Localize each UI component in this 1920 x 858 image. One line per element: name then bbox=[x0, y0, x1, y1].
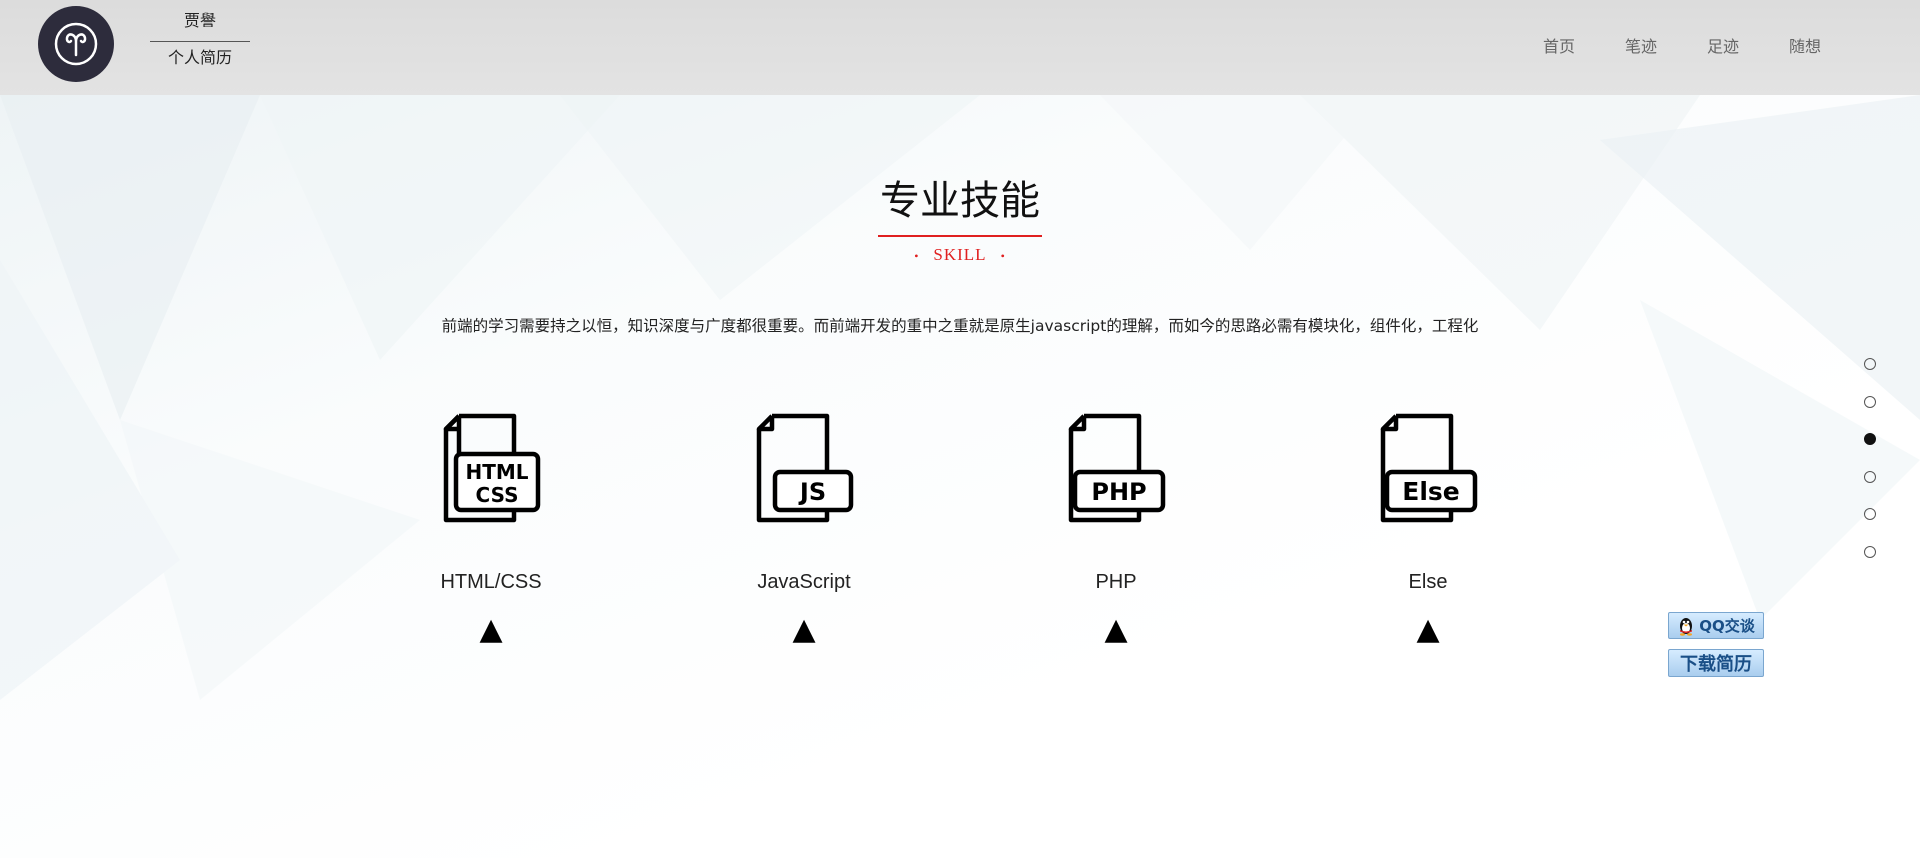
pager-dot[interactable] bbox=[1864, 545, 1876, 558]
svg-text:Else: Else bbox=[1402, 477, 1459, 506]
aries-logo-icon bbox=[54, 22, 98, 66]
section-pager bbox=[1864, 358, 1878, 583]
section-description: 前端的学习需要持之以恒，知识深度与广度都很重要。而前端开发的重中之重就是原生ja… bbox=[441, 317, 1479, 335]
html-css-file-icon: HTML CSS bbox=[443, 413, 541, 523]
skill-label: Else bbox=[1408, 571, 1448, 593]
pager-dot[interactable] bbox=[1864, 470, 1876, 483]
background-pattern bbox=[0, 95, 1920, 700]
section-subtitle: • SKILL • bbox=[0, 245, 1920, 265]
svg-text:CSS: CSS bbox=[476, 483, 519, 507]
nav-thoughts[interactable]: 随想 bbox=[1789, 36, 1821, 58]
qq-chat-label: QQ交谈 bbox=[1699, 617, 1755, 635]
bullet-icon: • bbox=[914, 249, 920, 263]
php-file-icon: PHP bbox=[1068, 413, 1166, 523]
main-nav: 首页 笔迹 足迹 随想 bbox=[1493, 36, 1821, 58]
download-resume-button[interactable]: 下载简历 bbox=[1668, 649, 1764, 677]
pager-dot[interactable] bbox=[1864, 395, 1876, 408]
brand-name: 贾譽 bbox=[150, 10, 250, 42]
js-file-icon: JS bbox=[756, 413, 854, 523]
pager-dot-active[interactable] bbox=[1864, 433, 1876, 445]
section-title-block: 专业技能 • SKILL • bbox=[0, 175, 1920, 265]
nav-home[interactable]: 首页 bbox=[1543, 36, 1575, 58]
svg-text:JS: JS bbox=[798, 478, 826, 506]
skill-label: HTML/CSS bbox=[440, 571, 542, 593]
section-subtitle-text: SKILL bbox=[933, 245, 987, 264]
page: 贾譽 个人简历 首页 笔迹 足迹 随想 专业技能 • SKILL • 前端的学习需要… bbox=[0, 0, 1920, 858]
skill-card-javascript: JS JavaScript ▲ bbox=[694, 412, 914, 647]
nav-footprints[interactable]: 足迹 bbox=[1707, 36, 1739, 58]
qq-penguin-icon bbox=[1680, 617, 1693, 636]
brand: 贾譽 个人简历 bbox=[150, 10, 250, 69]
svg-text:PHP: PHP bbox=[1091, 478, 1146, 506]
svg-text:HTML: HTML bbox=[465, 460, 528, 484]
expand-arrow-icon[interactable]: ▲ bbox=[1318, 613, 1538, 647]
pager-dot[interactable] bbox=[1864, 508, 1876, 520]
skill-card-php: PHP PHP ▲ bbox=[1006, 412, 1226, 647]
expand-arrow-icon[interactable]: ▲ bbox=[381, 613, 601, 647]
skill-card-html-css: HTML CSS HTML/CSS ▲ bbox=[381, 412, 601, 647]
top-header: 贾譽 个人简历 首页 笔迹 足迹 随想 bbox=[0, 0, 1920, 95]
bullet-icon: • bbox=[1000, 249, 1006, 263]
brand-subtitle: 个人简历 bbox=[167, 48, 232, 67]
nav-notes[interactable]: 笔迹 bbox=[1625, 36, 1657, 58]
skill-card-else: Else Else ▲ bbox=[1318, 412, 1538, 647]
logo[interactable] bbox=[38, 6, 114, 82]
expand-arrow-icon[interactable]: ▲ bbox=[1006, 613, 1226, 647]
skill-label: PHP bbox=[1095, 571, 1137, 593]
expand-arrow-icon[interactable]: ▲ bbox=[694, 613, 914, 647]
section-title: 专业技能 bbox=[878, 175, 1042, 237]
skill-label: JavaScript bbox=[757, 571, 851, 593]
pager-dot[interactable] bbox=[1864, 358, 1876, 370]
qq-chat-button[interactable]: QQ交谈 bbox=[1668, 612, 1764, 639]
else-file-icon: Else bbox=[1380, 413, 1478, 523]
